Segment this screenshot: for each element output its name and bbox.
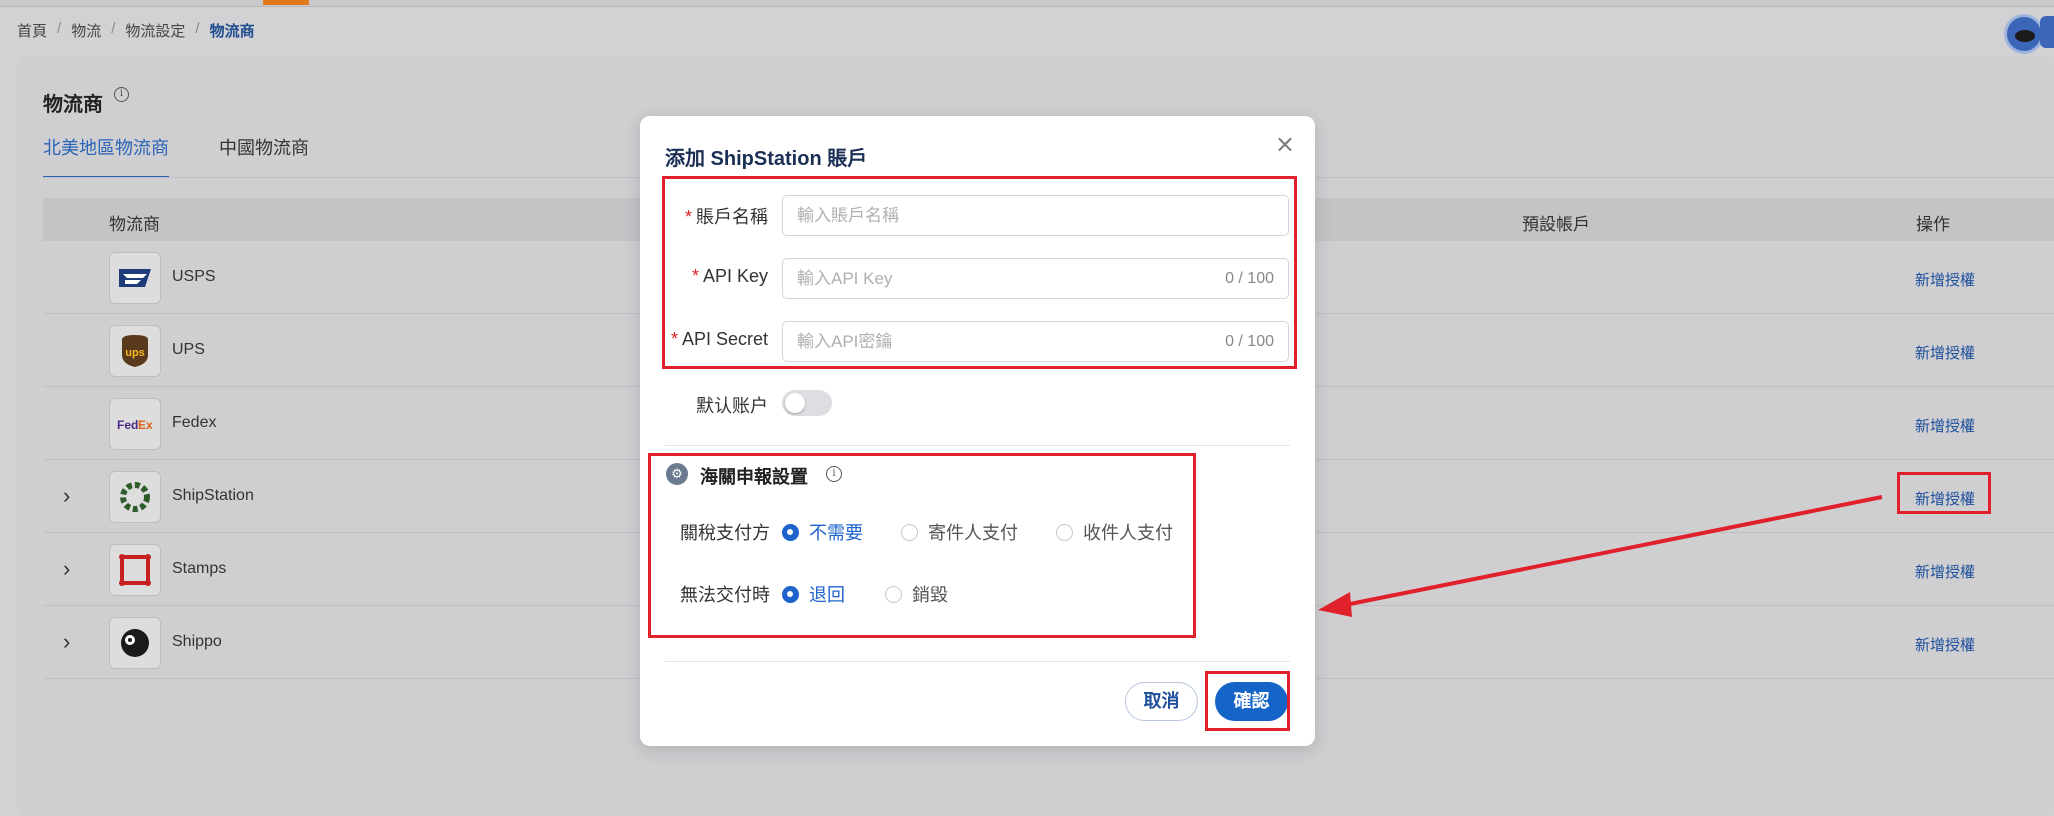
add-authorization-link[interactable]: 新增授權 xyxy=(1915,269,1975,290)
add-authorization-link[interactable]: 新增授權 xyxy=(1915,561,1975,582)
account-name-input[interactable]: 輸入賬戶名稱 xyxy=(782,195,1289,236)
carrier-name: USPS xyxy=(172,268,216,285)
carrier-name: Fedex xyxy=(172,414,217,431)
ups-logo-icon: ups xyxy=(109,325,161,377)
carrier-name: ShipStation xyxy=(172,487,254,504)
breadcrumb-separator: / xyxy=(57,20,62,37)
add-authorization-link[interactable]: 新增授權 xyxy=(1915,634,1975,655)
character-counter: 0 / 100 xyxy=(1225,333,1274,350)
user-menu-tab[interactable] xyxy=(2040,16,2054,48)
shipstation-logo-icon xyxy=(109,471,161,523)
duty-payer-option-none[interactable]: 不需要 xyxy=(782,519,863,545)
tab-north-america[interactable]: 北美地區物流商 xyxy=(43,134,169,178)
active-nav-indicator xyxy=(263,0,309,5)
undeliverable-option-return[interactable]: 退回 xyxy=(782,581,845,607)
info-icon[interactable]: i xyxy=(826,466,842,482)
undeliverable-label: 無法交付時 xyxy=(680,585,770,605)
column-header-action: 操作 xyxy=(1916,215,1950,234)
annotation-highlight-box xyxy=(1897,472,1991,514)
breadcrumb-separator: / xyxy=(195,20,200,37)
add-authorization-link[interactable]: 新增授權 xyxy=(1915,415,1975,436)
default-account-label: 默认账户 xyxy=(696,396,768,416)
breadcrumb-separator: / xyxy=(111,20,116,37)
default-account-toggle[interactable] xyxy=(782,390,832,416)
chevron-right-icon[interactable]: › xyxy=(63,629,70,655)
stamps-logo-icon xyxy=(109,544,161,596)
section-divider xyxy=(665,445,1290,446)
carrier-name: Stamps xyxy=(172,560,227,577)
breadcrumb: 首頁 / 物流 / 物流設定 / 物流商 xyxy=(17,20,255,41)
cancel-button[interactable]: 取消 xyxy=(1125,682,1198,721)
breadcrumb-item-logistics[interactable]: 物流 xyxy=(71,20,101,41)
svg-text:Ex: Ex xyxy=(138,418,153,432)
shippo-logo-icon xyxy=(109,617,161,669)
customs-section-title: 海關申報設置 xyxy=(700,467,808,487)
account-name-label: * 賬戶名稱 xyxy=(684,207,768,227)
usps-logo-icon xyxy=(109,252,161,304)
breadcrumb-item-logistics-settings[interactable]: 物流設定 xyxy=(125,20,185,41)
top-navigation-strip xyxy=(0,0,2054,7)
dialog-title: 添加 ShipStation 賬戶 xyxy=(665,148,868,170)
api-key-input[interactable]: 輸入API Key 0 / 100 xyxy=(782,258,1289,299)
api-secret-label: * API Secret xyxy=(670,329,768,349)
breadcrumb-item-current: 物流商 xyxy=(209,23,255,40)
add-account-dialog: 添加 ShipStation 賬戶 × * 賬戶名稱 輸入賬戶名稱 * API Ke… xyxy=(640,116,1315,746)
column-header-default-account: 預設帳戶 xyxy=(1522,215,1590,234)
api-key-label: * API Key xyxy=(691,266,768,286)
chevron-right-icon[interactable]: › xyxy=(63,556,70,582)
footer-divider xyxy=(665,661,1290,662)
info-icon[interactable]: i xyxy=(114,87,129,102)
character-counter: 0 / 100 xyxy=(1225,270,1274,287)
api-secret-input[interactable]: 輸入API密鑰 0 / 100 xyxy=(782,321,1289,362)
carrier-region-tabs: 北美地區物流商 中國物流商 xyxy=(43,134,309,178)
user-avatar[interactable] xyxy=(2004,14,2044,54)
annotation-highlight-box xyxy=(1205,671,1290,731)
duty-payer-label: 關稅支付方 xyxy=(680,523,770,543)
duty-payer-option-recipient[interactable]: 收件人支付 xyxy=(1056,519,1173,545)
add-authorization-link[interactable]: 新增授權 xyxy=(1915,342,1975,363)
svg-text:Fed: Fed xyxy=(117,418,138,432)
breadcrumb-item-home[interactable]: 首頁 xyxy=(17,20,47,41)
fedex-logo-icon: Fed Ex xyxy=(109,398,161,450)
carrier-name: UPS xyxy=(172,341,205,358)
duty-payer-option-sender[interactable]: 寄件人支付 xyxy=(901,519,1018,545)
carrier-name: Shippo xyxy=(172,633,222,650)
tab-china[interactable]: 中國物流商 xyxy=(219,134,309,178)
column-header-carrier: 物流商 xyxy=(109,215,160,234)
undeliverable-option-destroy[interactable]: 銷毀 xyxy=(885,581,948,607)
customs-settings-icon: ⚙ xyxy=(666,463,688,485)
chevron-right-icon[interactable]: › xyxy=(63,483,70,509)
svg-text:ups: ups xyxy=(125,347,145,359)
close-icon[interactable]: × xyxy=(1275,130,1295,158)
page-title: 物流商 xyxy=(43,94,103,116)
